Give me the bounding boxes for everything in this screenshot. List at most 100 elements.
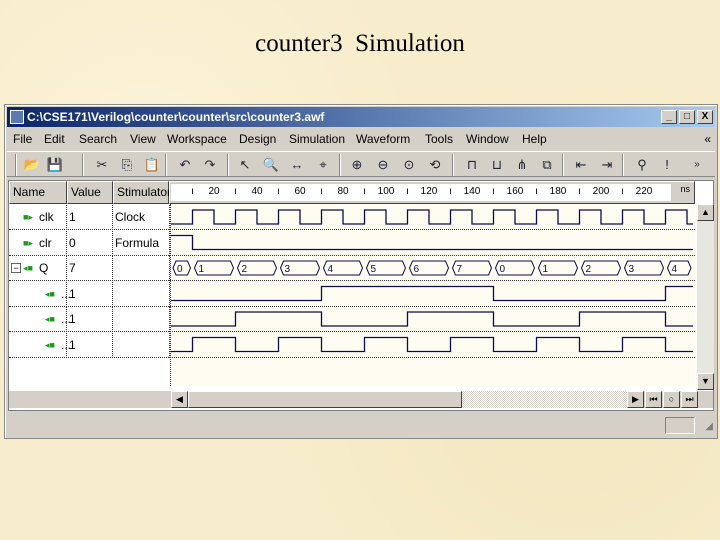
prev-edge-icon[interactable]: ⇤ <box>571 156 591 174</box>
add-signal-icon[interactable]: ⊓ <box>462 156 482 174</box>
zoom-fit-icon[interactable]: ⊙ <box>399 156 419 174</box>
remove-signal-icon[interactable]: ⊔ <box>487 156 507 174</box>
cut-icon[interactable]: ✂ <box>92 156 112 174</box>
signal-name-cell[interactable]: ■▸ clr <box>9 230 67 256</box>
q-bus-value: 2 <box>242 264 248 275</box>
menu-edit[interactable]: Edit <box>44 129 65 149</box>
horizontal-scrollbar[interactable]: ◀ ▶ ⏮ ○ ⏭ <box>9 391 713 408</box>
ruler-minor-tick: ı <box>191 186 194 197</box>
scroll-track[interactable] <box>462 391 627 408</box>
menu-help[interactable]: Help <box>522 129 547 149</box>
find-icon[interactable]: ⚲ <box>632 156 652 174</box>
signal-name: Q <box>39 261 49 275</box>
scroll-thumb[interactable] <box>188 391 462 408</box>
toolbar-overflow-icon[interactable]: » <box>687 156 707 174</box>
resize-grip-icon[interactable]: ◢ <box>705 421 713 432</box>
stop-button[interactable]: ○ <box>663 391 680 408</box>
status-field <box>665 417 695 434</box>
q-bus-value: 1 <box>543 264 549 275</box>
menu-design[interactable]: Design <box>239 129 276 149</box>
column-header-stimulator[interactable]: Stimulator <box>113 181 171 204</box>
signal-name-cell[interactable]: ◂■ ... <box>9 332 71 358</box>
measure-icon[interactable]: ↔ <box>287 156 307 174</box>
collapse-icon[interactable]: − <box>11 263 21 273</box>
menu-overflow-icon[interactable]: « <box>704 129 711 149</box>
bus-icon[interactable]: ⋔ <box>512 156 532 174</box>
input-port-icon: ■▸ <box>23 212 33 222</box>
copy-icon[interactable]: ⎘ <box>117 156 137 174</box>
signal-name-cell[interactable]: ◂■ ... <box>9 281 71 307</box>
ruler-minor-tick: ı <box>320 186 323 197</box>
q-bus-value: 6 <box>414 264 420 275</box>
q-bit1-waveform <box>171 311 693 327</box>
q-bus-value: 2 <box>586 264 592 275</box>
waveform-panel: Name Value Stimulator 20 ı 40 ı 60 ı 80 ı 100 ı 12… <box>8 180 714 411</box>
next-edge-icon[interactable]: ⇥ <box>597 156 617 174</box>
menu-file[interactable]: File <box>13 129 32 149</box>
slide-title: counter3 Simulation <box>255 30 465 57</box>
ruler-tick-label: 140 <box>463 186 481 197</box>
redo-icon[interactable]: ↷ <box>200 156 220 174</box>
signal-stimulator[interactable]: Clock <box>113 205 170 230</box>
q-bus-value: 0 <box>500 264 506 275</box>
zoom-out-icon[interactable]: ⊖ <box>373 156 393 174</box>
signal-stimulator[interactable] <box>113 332 170 358</box>
save-icon[interactable]: 💾 <box>45 156 65 174</box>
ruler-tick-label: 160 <box>506 186 524 197</box>
menu-simulation[interactable]: Simulation <box>289 129 345 149</box>
minimize-button[interactable]: _ <box>661 110 677 124</box>
signal-value: 0 <box>67 230 113 256</box>
vertical-scrollbar[interactable]: ▲ ▼ <box>697 204 714 390</box>
menu-view[interactable]: View <box>130 129 156 149</box>
ruler-minor-tick: ı <box>621 186 624 197</box>
zoom-range-icon[interactable]: ⟲ <box>425 156 445 174</box>
q-bus-value: 4 <box>328 264 334 275</box>
signal-stimulator[interactable] <box>113 307 170 332</box>
scroll-left-button[interactable]: ◀ <box>171 391 188 408</box>
menu-waveform[interactable]: Waveform <box>356 129 410 149</box>
toolbar-separator <box>165 154 167 176</box>
forward-button[interactable]: ⏭ <box>681 391 698 408</box>
ruler-tick-label: 220 <box>635 186 653 197</box>
compare-icon[interactable]: ⧉ <box>537 156 557 174</box>
toolbar-separator <box>622 154 624 176</box>
signal-value: 1 <box>67 281 113 307</box>
scroll-down-button[interactable]: ▼ <box>697 373 714 390</box>
close-button[interactable]: X <box>697 110 713 124</box>
signal-stimulator[interactable] <box>113 256 170 281</box>
paste-icon[interactable]: 📋 <box>142 156 162 174</box>
menu-workspace[interactable]: Workspace <box>167 129 227 149</box>
ruler-tick-label: 80 <box>337 186 349 197</box>
scroll-up-button[interactable]: ▲ <box>697 204 714 221</box>
zoom-icon[interactable]: 🔍 <box>261 156 281 174</box>
signal-value: 7 <box>67 256 113 281</box>
menu-search[interactable]: Search <box>79 129 117 149</box>
maximize-button[interactable]: □ <box>679 110 695 124</box>
signal-name-cell[interactable]: ■▸ clk <box>9 205 67 230</box>
signal-name: clk <box>39 210 54 224</box>
output-port-icon: ◂■ <box>45 314 55 324</box>
pointer-icon[interactable]: ↖ <box>235 156 255 174</box>
app-icon <box>10 110 24 124</box>
menu-tools[interactable]: Tools <box>425 129 453 149</box>
signal-name-cell[interactable]: ◂■ ... <box>9 307 71 332</box>
column-header-name[interactable]: Name <box>9 181 67 204</box>
select-signal-icon[interactable]: ⌖ <box>313 156 333 174</box>
ruler-minor-tick: ı <box>492 186 495 197</box>
rewind-button[interactable]: ⏮ <box>645 391 662 408</box>
run-button[interactable]: ▶ <box>627 391 644 408</box>
ruler-minor-tick: ı <box>234 186 237 197</box>
signal-stimulator[interactable]: Formula <box>113 230 170 256</box>
column-header-value[interactable]: Value <box>67 181 113 204</box>
menu-window[interactable]: Window <box>466 129 509 149</box>
open-icon[interactable]: 📂 <box>22 156 42 174</box>
output-port-icon: ◂■ <box>45 339 55 350</box>
signal-stimulator[interactable] <box>113 281 170 307</box>
clr-waveform <box>171 234 693 251</box>
signal-name-cell[interactable]: − ◂■ Q <box>9 256 67 281</box>
toolbar-separator <box>227 154 229 176</box>
undo-icon[interactable]: ↶ <box>175 156 195 174</box>
signal-value: 1 <box>67 205 113 230</box>
bookmark-icon[interactable]: ! <box>657 156 677 174</box>
zoom-in-icon[interactable]: ⊕ <box>347 156 367 174</box>
